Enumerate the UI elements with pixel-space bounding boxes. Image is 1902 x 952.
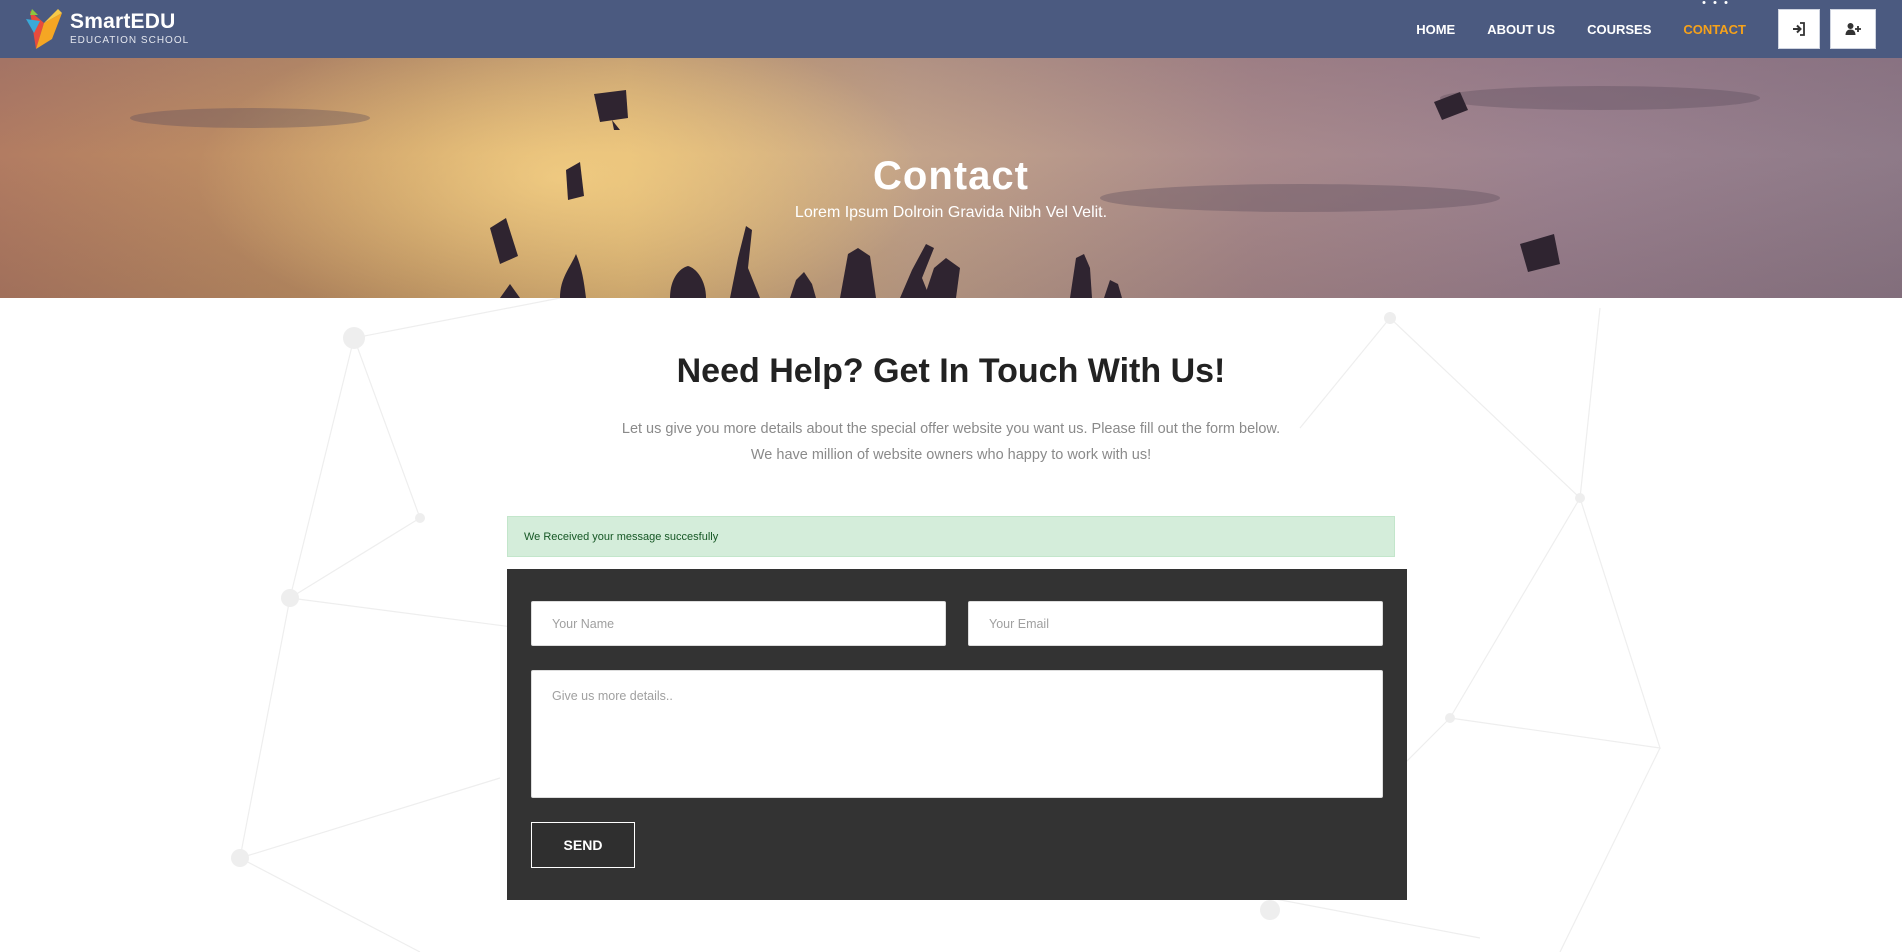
success-alert-message: We Received your message succesfully	[524, 530, 719, 543]
nav-about-us[interactable]: ABOUT US	[1487, 22, 1555, 37]
contact-form: SEND	[507, 569, 1407, 900]
bird-logo-icon	[22, 5, 66, 53]
nav-courses[interactable]: COURSES	[1587, 22, 1651, 37]
nav-contact[interactable]: CONTACT	[1683, 0, 1746, 37]
name-input[interactable]	[531, 601, 946, 646]
section-description: Let us give you more details about the s…	[0, 416, 1902, 468]
sign-in-icon	[1793, 22, 1805, 36]
page-title: Contact	[873, 154, 1029, 198]
page-subtitle: Lorem Ipsum Dolroin Gravida Nibh Vel Vel…	[794, 204, 1108, 221]
register-button[interactable]	[1830, 9, 1876, 49]
description-line-2: We have million of website owners who ha…	[750, 447, 1152, 463]
user-plus-icon	[1845, 23, 1861, 35]
details-textarea[interactable]	[531, 670, 1383, 798]
description-line-1: Let us give you more details about the s…	[621, 421, 1281, 437]
success-alert: We Received your message succesfully	[507, 516, 1395, 557]
site-header: SmartEDU EDUCATION SCHOOL HOME ABOUT US …	[0, 0, 1902, 58]
brand-subtitle: EDUCATION SCHOOL	[70, 35, 190, 46]
active-indicator-dots	[1702, 0, 1728, 4]
brand-logo[interactable]: SmartEDU EDUCATION SCHOOL	[22, 5, 189, 53]
email-input[interactable]	[968, 601, 1383, 646]
login-button[interactable]	[1778, 9, 1820, 49]
hero-banner: Contact Lorem Ipsum Dolroin Gravida Nibh…	[0, 58, 1902, 298]
send-button[interactable]: SEND	[531, 822, 635, 868]
contact-section: Need Help? Get In Touch With Us! Let us …	[0, 298, 1902, 952]
section-heading: Need Help? Get In Touch With Us!	[676, 352, 1226, 390]
main-nav: HOME ABOUT US COURSES CONTACT	[1416, 0, 1902, 58]
nav-contact-label: CONTACT	[1683, 21, 1746, 37]
nav-home[interactable]: HOME	[1416, 22, 1455, 37]
brand-title: SmartEDU	[70, 10, 176, 33]
